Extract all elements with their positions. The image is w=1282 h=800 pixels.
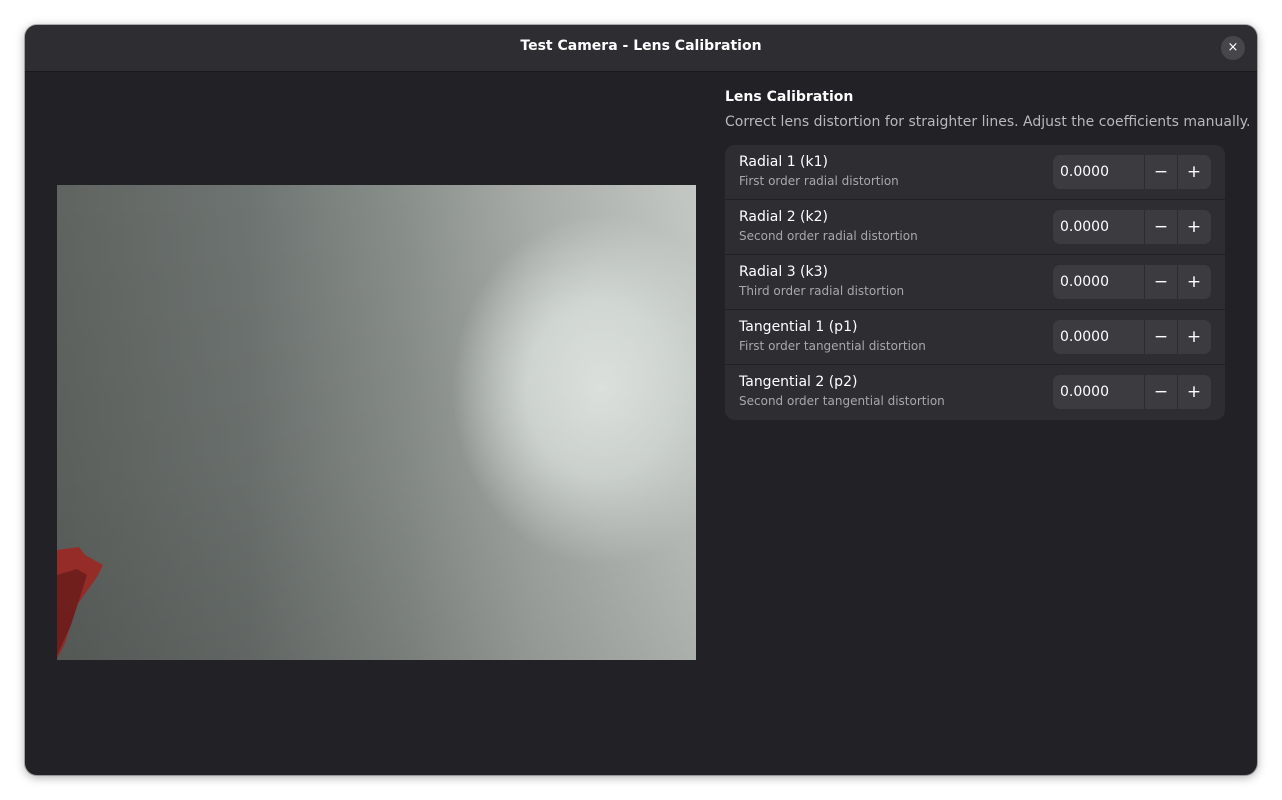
k1-decrement-button[interactable]: −	[1145, 155, 1178, 189]
window-title: Test Camera - Lens Calibration	[520, 38, 762, 54]
plus-icon: +	[1186, 217, 1202, 237]
panel-description: Correct lens distortion for straighter l…	[725, 114, 1251, 130]
k3-increment-button[interactable]: +	[1178, 265, 1210, 299]
row-title: Radial 3 (k3)	[739, 264, 828, 280]
plus-icon: +	[1186, 382, 1202, 402]
k3-spinbutton: 0.0000 − +	[1053, 265, 1211, 299]
row-title: Radial 2 (k2)	[739, 209, 828, 225]
p2-decrement-button[interactable]: −	[1145, 375, 1178, 409]
p2-increment-button[interactable]: +	[1178, 375, 1210, 409]
k1-value-input[interactable]: 0.0000	[1053, 155, 1145, 189]
coefficient-row-k2: Radial 2 (k2) Second order radial distor…	[725, 200, 1225, 255]
close-button[interactable]: ×	[1221, 36, 1245, 60]
panel-heading: Lens Calibration	[725, 89, 854, 105]
coefficient-row-p2: Tangential 2 (p2) Second order tangentia…	[725, 365, 1225, 420]
row-subtitle: Third order radial distortion	[739, 284, 905, 298]
camera-preview	[57, 185, 696, 660]
row-subtitle: First order tangential distortion	[739, 339, 926, 353]
row-subtitle: Second order tangential distortion	[739, 394, 945, 408]
plus-icon: +	[1186, 162, 1202, 182]
calibration-panel: Lens Calibration Correct lens distortion…	[725, 87, 1251, 420]
p1-spinbutton: 0.0000 − +	[1053, 320, 1211, 354]
preview-shading	[57, 185, 696, 660]
k2-decrement-button[interactable]: −	[1145, 210, 1178, 244]
minus-icon: −	[1153, 272, 1169, 292]
p2-value-input[interactable]: 0.0000	[1053, 375, 1145, 409]
k2-value-input[interactable]: 0.0000	[1053, 210, 1145, 244]
k3-decrement-button[interactable]: −	[1145, 265, 1178, 299]
row-title: Radial 1 (k1)	[739, 154, 828, 170]
minus-icon: −	[1153, 327, 1169, 347]
k1-spinbutton: 0.0000 − +	[1053, 155, 1211, 189]
minus-icon: −	[1153, 162, 1169, 182]
p1-decrement-button[interactable]: −	[1145, 320, 1178, 354]
p2-spinbutton: 0.0000 − +	[1053, 375, 1211, 409]
p1-increment-button[interactable]: +	[1178, 320, 1210, 354]
coefficient-row-k3: Radial 3 (k3) Third order radial distort…	[725, 255, 1225, 310]
close-icon: ×	[1227, 40, 1239, 55]
row-subtitle: First order radial distortion	[739, 174, 899, 188]
minus-icon: −	[1153, 382, 1169, 402]
k2-increment-button[interactable]: +	[1178, 210, 1210, 244]
row-subtitle: Second order radial distortion	[739, 229, 918, 243]
plus-icon: +	[1186, 272, 1202, 292]
coefficient-row-p1: Tangential 1 (p1) First order tangential…	[725, 310, 1225, 365]
coefficient-row-k1: Radial 1 (k1) First order radial distort…	[725, 145, 1225, 200]
row-title: Tangential 2 (p2)	[739, 374, 858, 390]
p1-value-input[interactable]: 0.0000	[1053, 320, 1145, 354]
plus-icon: +	[1186, 327, 1202, 347]
calibration-window: Test Camera - Lens Calibration × Lens Ca…	[25, 25, 1257, 775]
minus-icon: −	[1153, 217, 1169, 237]
k3-value-input[interactable]: 0.0000	[1053, 265, 1145, 299]
title-bar: Test Camera - Lens Calibration ×	[25, 25, 1257, 72]
coefficient-list: Radial 1 (k1) First order radial distort…	[725, 145, 1225, 420]
row-title: Tangential 1 (p1)	[739, 319, 858, 335]
k2-spinbutton: 0.0000 − +	[1053, 210, 1211, 244]
k1-increment-button[interactable]: +	[1178, 155, 1210, 189]
